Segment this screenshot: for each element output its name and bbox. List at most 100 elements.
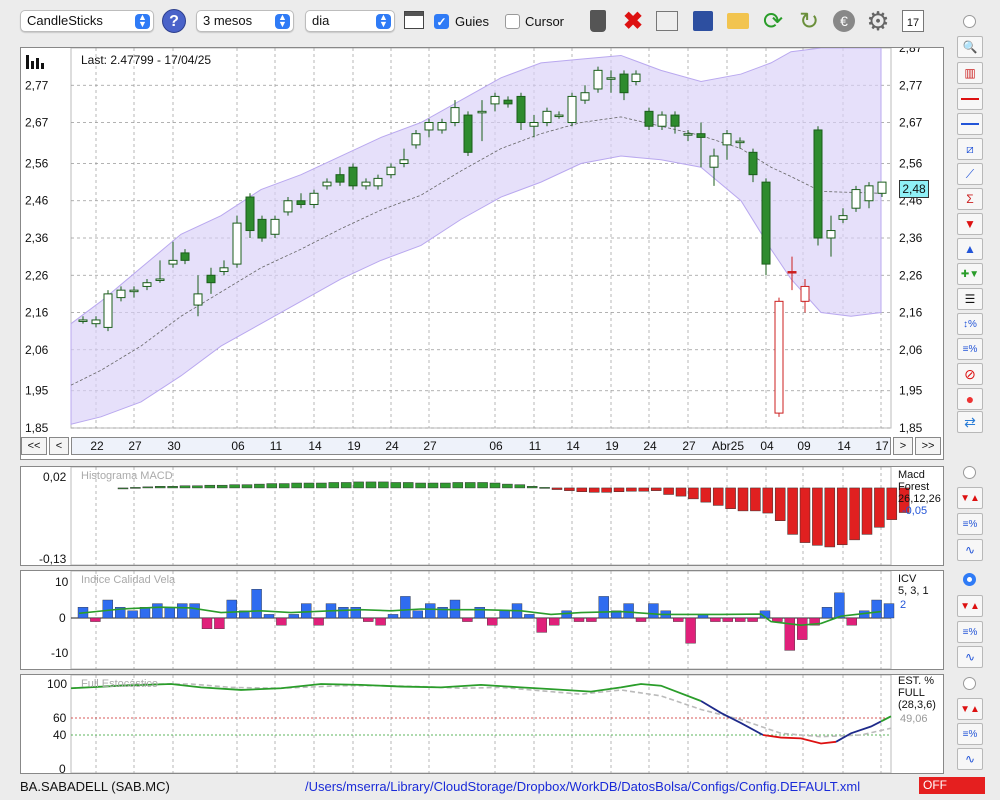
icv-curve-icon[interactable]: ∿ bbox=[957, 646, 983, 668]
channel-tool-icon[interactable]: ⧄ bbox=[957, 138, 983, 160]
stochastic-curve-icon[interactable]: ∿ bbox=[957, 748, 983, 770]
plot-area bbox=[70, 467, 892, 565]
stochastic-y-tick: 0 bbox=[59, 762, 66, 773]
y-tick-label-left: 1,85 bbox=[25, 421, 49, 435]
price-chart[interactable]: 2,77 2,67 2,56 2,46 2,36 2,26 2,16 2,06 1,95 1,85… bbox=[21, 48, 943, 436]
x-tick-label: 06 bbox=[489, 439, 503, 453]
macd-bar bbox=[874, 487, 885, 528]
delete-icon[interactable]: ✖ bbox=[619, 7, 647, 35]
chart-settings-icon[interactable] bbox=[653, 7, 681, 35]
stochastic-signals-icon[interactable]: ▼▲ bbox=[957, 698, 983, 720]
icv-signals-icon[interactable]: ▼▲ bbox=[957, 595, 983, 617]
candle-body bbox=[567, 95, 577, 124]
add-signals-icon[interactable]: ✚▼ bbox=[957, 263, 983, 285]
stochastic-y-tick: 60 bbox=[53, 711, 67, 725]
chart-type-select[interactable]: CandleSticks ▲ ▼ bbox=[20, 10, 154, 32]
icv-panel-radio[interactable] bbox=[963, 573, 976, 586]
macd-bar bbox=[700, 487, 712, 503]
lines-percent-icon[interactable]: ≡% bbox=[957, 338, 983, 360]
macd-bar bbox=[861, 487, 873, 535]
x-tick-label: 30 bbox=[167, 439, 181, 453]
candle-body bbox=[78, 319, 88, 322]
x-tick-label: 24 bbox=[385, 439, 399, 453]
refresh-icon[interactable]: ⟳ bbox=[759, 7, 787, 35]
icv-bar bbox=[573, 617, 585, 622]
select-arrows-icon: ▲ ▼ bbox=[135, 13, 150, 29]
interval-select[interactable]: dia ▲ ▼ bbox=[305, 10, 395, 32]
icv-y-bottom: -10 bbox=[51, 646, 69, 660]
macd-bar bbox=[613, 487, 625, 493]
macd-bar bbox=[179, 485, 191, 489]
y-tick-label-left: 2,06 bbox=[25, 343, 49, 357]
euro-icon[interactable]: € bbox=[830, 7, 858, 35]
open-folder-icon[interactable] bbox=[724, 7, 752, 35]
scale-percent-icon[interactable]: ↕% bbox=[957, 313, 983, 335]
macd-curve-icon[interactable]: ∿ bbox=[957, 539, 983, 561]
icv-bar bbox=[251, 589, 262, 619]
stochastic-panel-radio[interactable] bbox=[963, 677, 976, 690]
macd-bar bbox=[204, 484, 216, 489]
stochastic-percent-icon[interactable]: ≡% bbox=[957, 723, 983, 745]
trash-icon[interactable] bbox=[584, 7, 612, 35]
horizontal-line-blue-icon[interactable] bbox=[957, 113, 983, 135]
reload-icon[interactable]: ↻ bbox=[795, 7, 823, 35]
nav-first-button[interactable]: << bbox=[21, 437, 47, 455]
icv-bar bbox=[821, 607, 833, 619]
arrow-up-blue-icon[interactable]: ▲ bbox=[957, 238, 983, 260]
macd-bar bbox=[564, 487, 575, 491]
swap-icon[interactable]: ⇄ bbox=[957, 411, 983, 433]
y-tick-label-left: 1,95 bbox=[25, 384, 49, 398]
nav-next-button[interactable]: > bbox=[893, 437, 913, 455]
time-axis-scrollbar[interactable]: 22 27 30 06 11 14 19 24 27 06 11 14 19 24 27 Abr25 04 09 1… bbox=[71, 437, 891, 455]
stochastic-legend-line3: (28,3,6) bbox=[898, 699, 936, 711]
trendline-tool-icon[interactable]: ⟋ bbox=[957, 163, 983, 185]
current-price-badge: 2,48 bbox=[899, 180, 929, 198]
sum-trend-tool-icon[interactable]: Σ bbox=[957, 188, 983, 210]
macd-bar bbox=[440, 482, 451, 489]
main-panel-radio[interactable] bbox=[963, 15, 976, 28]
candle-body bbox=[142, 282, 152, 287]
macd-bar bbox=[626, 487, 637, 492]
icv-percent-icon[interactable]: ≡% bbox=[957, 621, 983, 643]
guides-label: Guies bbox=[455, 14, 489, 29]
calendar-icon[interactable]: 17 bbox=[899, 7, 927, 35]
lines-list-icon[interactable]: ☰ bbox=[957, 288, 983, 310]
save-icon[interactable] bbox=[689, 7, 717, 35]
zoom-icon[interactable]: 🔍 bbox=[957, 36, 983, 58]
gear-icon[interactable]: ⚙ bbox=[864, 6, 892, 36]
chart-window-icon[interactable] bbox=[404, 11, 424, 29]
candle-body bbox=[219, 267, 229, 273]
period-select[interactable]: 3 mesos ▲ ▼ bbox=[196, 10, 294, 32]
x-tick-label: 27 bbox=[128, 439, 142, 453]
cursor-checkbox[interactable] bbox=[505, 14, 520, 29]
icv-panel: 10 0 -10 Indice Calidad Vela ICV 5, 3, 1 2 bbox=[20, 570, 944, 670]
candle-body bbox=[787, 271, 797, 274]
nav-last-button[interactable]: >> bbox=[915, 437, 941, 455]
help-icon[interactable]: ? bbox=[162, 9, 186, 33]
candle-body bbox=[424, 122, 434, 131]
icv-bar bbox=[201, 617, 213, 630]
y-tick-label-right: 2,36 bbox=[899, 231, 923, 245]
macd-bar bbox=[402, 482, 414, 489]
macd-bar bbox=[464, 482, 476, 489]
arrow-down-red-icon[interactable]: ▼ bbox=[957, 213, 983, 235]
horizontal-line-red-icon[interactable] bbox=[957, 88, 983, 110]
guides-checkbox[interactable]: ✓ bbox=[434, 14, 449, 29]
macd-panel-radio[interactable] bbox=[963, 466, 976, 479]
period-value: 3 mesos bbox=[203, 13, 253, 28]
macd-signals-icon[interactable]: ▼▲ bbox=[957, 487, 983, 509]
candle-body bbox=[657, 114, 667, 127]
x-tick-label: 06 bbox=[231, 439, 245, 453]
stochastic-chart[interactable]: 100 60 40 0 bbox=[21, 675, 943, 773]
no-entry-icon[interactable]: ⊘ bbox=[957, 363, 983, 385]
status-off-badge[interactable]: OFF bbox=[919, 777, 985, 794]
macd-bar bbox=[216, 484, 228, 489]
config-path-link[interactable]: /Users/mserra/Library/CloudStorage/Dropb… bbox=[305, 779, 860, 794]
macd-percent-icon[interactable]: ≡% bbox=[957, 513, 983, 535]
record-icon[interactable]: ● bbox=[957, 388, 983, 410]
x-tick-label: 24 bbox=[643, 439, 657, 453]
nav-prev-button[interactable]: < bbox=[49, 437, 69, 455]
icv-bar bbox=[425, 603, 436, 619]
candle-body bbox=[361, 181, 371, 187]
candles-tool-icon[interactable]: ▥ bbox=[957, 62, 983, 84]
